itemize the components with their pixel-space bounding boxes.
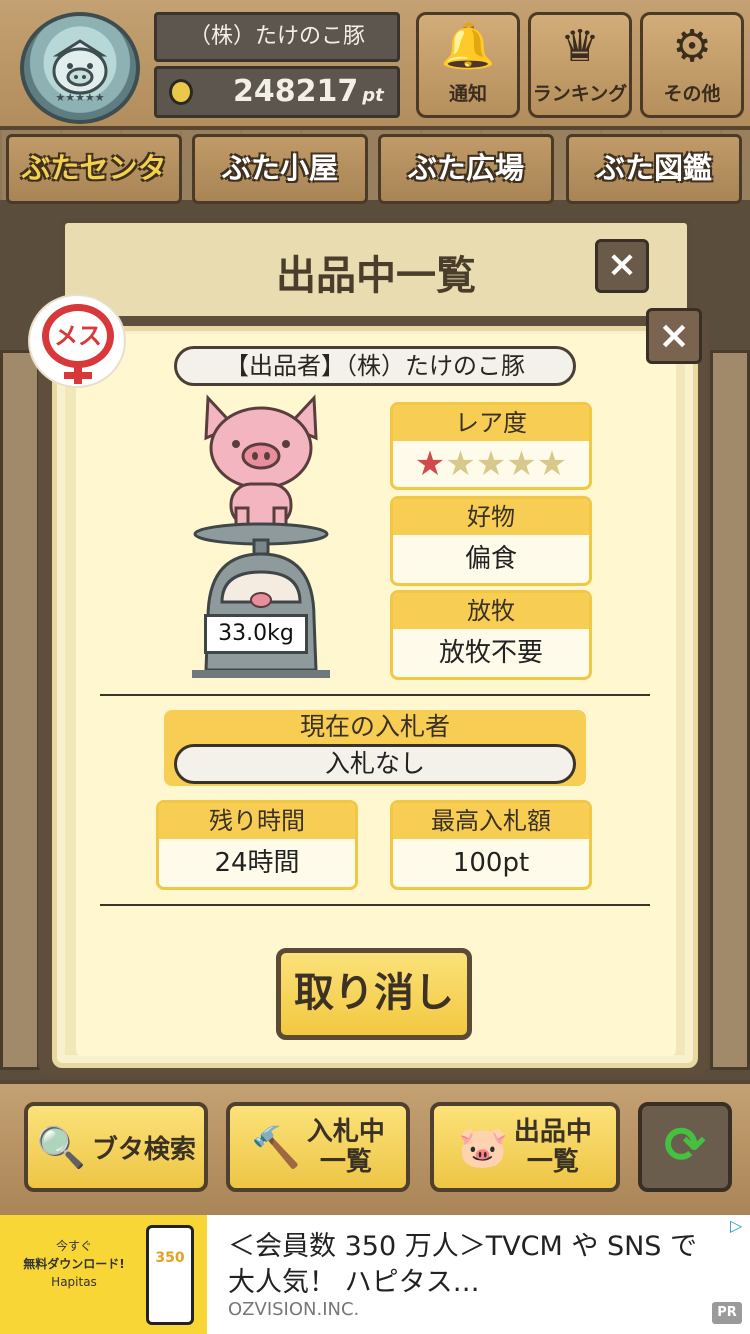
divider	[100, 694, 650, 696]
grazing-box: 放牧 放牧不要	[390, 590, 592, 680]
ad-title[interactable]: ＜会員数 350 万人＞TVCM や SNS で大人気！ ハピタス…	[228, 1229, 718, 1301]
grazing-value: 放牧不要	[438, 638, 543, 668]
rarity-box: レア度 ★★★★★	[390, 402, 592, 490]
weight-display: 33.0kg	[204, 614, 308, 654]
highest-bid-box: 最高入札額 100pt	[390, 800, 592, 890]
crown-icon: ♛	[560, 21, 600, 72]
favorite-box: 好物 偏食	[390, 496, 592, 586]
cancel-listing-button[interactable]: 取り消し	[276, 948, 472, 1040]
grazing-label: 放牧	[393, 593, 589, 629]
magnifier-icon: 🔍	[36, 1124, 86, 1171]
wood-beam	[710, 350, 750, 1070]
points-value: 248217	[233, 74, 359, 109]
seller-name: 【出品者】（株）たけのこ豚	[174, 346, 576, 386]
refresh-icon: ⟳	[664, 1116, 706, 1174]
highest-bid-label: 最高入札額	[393, 803, 589, 839]
divider	[100, 904, 650, 906]
bidding-list-label-2: 一覧	[319, 1147, 372, 1177]
ranking-label: ランキング	[532, 83, 628, 105]
favorite-label: 好物	[393, 499, 589, 535]
modal-close-button[interactable]: ×	[646, 308, 702, 364]
star-icon: ★	[506, 444, 537, 484]
favorite-value: 偏食	[464, 544, 517, 574]
pig-search-button[interactable]: 🔍 ブタ検索	[24, 1102, 208, 1192]
panel-title: 出品中一覧	[276, 253, 476, 299]
ad-info-icon[interactable]: ▷	[730, 1216, 742, 1235]
ad-image-text-2: 無料ダウンロード!	[23, 1257, 125, 1271]
tab-buta-hut[interactable]: ぶた小屋	[192, 134, 368, 204]
user-name: （株）たけのこ豚	[154, 12, 400, 62]
ad-image[interactable]: 今すぐ 無料ダウンロード! Hapitas 350	[0, 1215, 207, 1334]
gavel-icon: 🔨	[251, 1124, 301, 1171]
ranking-button[interactable]: ♛ ランキング	[528, 12, 632, 118]
listing-list-label-2: 一覧	[526, 1147, 579, 1177]
listing-list-button[interactable]: 🐷 出品中 一覧	[430, 1102, 620, 1192]
star-icon: ★	[445, 444, 476, 484]
ad-image-text-1: 今すぐ	[55, 1239, 92, 1253]
highest-bid-value: 100pt	[452, 848, 530, 878]
tab-buta-encyclopedia[interactable]: ぶた図鑑	[566, 134, 742, 204]
female-badge: メス	[30, 296, 124, 386]
phone-image: 350	[146, 1225, 194, 1325]
bell-icon: 🔔	[440, 21, 496, 72]
tab-buta-center[interactable]: ぶたセンター	[6, 134, 182, 247]
ad-image-text: 今すぐ 無料ダウンロード! Hapitas	[14, 1237, 134, 1291]
remaining-time-label: 残り時間	[159, 803, 355, 839]
notification-label: 通知	[448, 83, 487, 105]
pig-face-icon: ★★★★★	[52, 39, 108, 103]
ad-advertiser: OZVISION.INC.	[228, 1299, 360, 1320]
notification-button[interactable]: 🔔 通知	[416, 12, 520, 118]
star-icon: ★	[536, 444, 568, 484]
remaining-time-value: 24時間	[214, 848, 300, 878]
bidding-list-label: 入札中 一覧	[307, 1117, 385, 1177]
remaining-time-box: 残り時間 24時間	[156, 800, 358, 890]
current-bidder-box: 現在の入札者 入札なし	[164, 710, 586, 786]
ad-pr-badge: PR	[712, 1302, 742, 1324]
gear-icon: ⚙	[672, 21, 712, 72]
ad-image-text-3: Hapitas	[51, 1275, 97, 1289]
other-label: その他	[663, 83, 721, 105]
rarity-stars: ★★★★★	[393, 441, 589, 487]
ad-image-number: 350	[155, 1250, 185, 1266]
wood-beam	[0, 350, 40, 1070]
points-display: 248217 pt	[154, 66, 400, 118]
listing-list-label: 出品中 一覧	[514, 1117, 592, 1177]
tab-buta-square[interactable]: ぶた広場	[378, 134, 554, 204]
panel-close-button[interactable]: ×	[595, 239, 649, 293]
bidding-list-label-1: 入札中	[306, 1117, 385, 1147]
svg-text:★★★★★: ★★★★★	[55, 91, 104, 103]
refresh-button[interactable]: ⟳	[638, 1102, 732, 1192]
top-header: ★★★★★ （株）たけのこ豚 248217 pt 🔔 通知 ♛ ランキング ⚙ そ…	[0, 0, 750, 130]
listing-panel: 出品中一覧 ×	[60, 218, 692, 328]
other-button[interactable]: ⚙ その他	[640, 12, 744, 118]
listing-list-label-1: 出品中	[513, 1117, 592, 1147]
current-bidder-label: 現在の入札者	[299, 712, 450, 741]
points-unit: pt	[362, 85, 384, 106]
star-icon: ★	[414, 444, 446, 484]
coin-icon	[169, 79, 193, 105]
ad-banner[interactable]: 今すぐ 無料ダウンロード! Hapitas 350 ＜会員数 350 万人＞TV…	[0, 1215, 750, 1334]
female-icon: メス	[42, 304, 114, 368]
avatar[interactable]: ★★★★★	[20, 12, 140, 124]
bidding-list-button[interactable]: 🔨 入札中 一覧	[226, 1102, 410, 1192]
current-bidder-value: 入札なし	[174, 744, 576, 784]
pig-icon: 🐷	[458, 1124, 508, 1171]
star-icon: ★	[475, 444, 507, 484]
female-symbol-bar	[64, 372, 92, 379]
rarity-label: レア度	[393, 405, 589, 441]
pig-search-label: ブタ検索	[91, 1134, 196, 1165]
